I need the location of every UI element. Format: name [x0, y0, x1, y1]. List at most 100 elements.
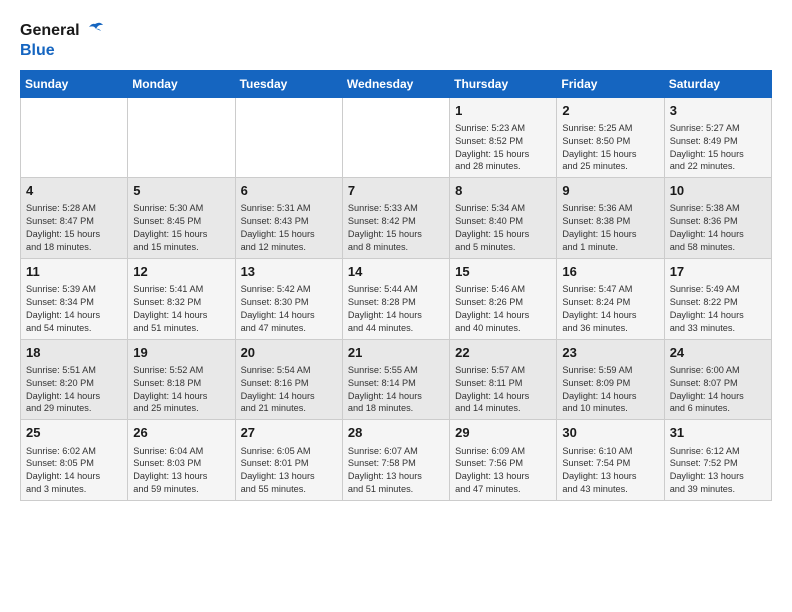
day-number: 17: [670, 263, 766, 281]
week-row-5: 25 Sunrise: 6:02 AM Sunset: 8:05 PM Dayli…: [21, 420, 772, 501]
cell-content: Sunrise: 5:55 AM Sunset: 8:14 PM Dayligh…: [348, 364, 444, 416]
day-number: 15: [455, 263, 551, 281]
cell-content: Sunrise: 5:36 AM Sunset: 8:38 PM Dayligh…: [562, 202, 658, 254]
calendar-cell: [235, 97, 342, 178]
calendar-cell: 16 Sunrise: 5:47 AM Sunset: 8:24 PM Dayli…: [557, 258, 664, 339]
calendar-cell: 28 Sunrise: 6:07 AM Sunset: 7:58 PM Dayli…: [342, 420, 449, 501]
calendar-cell: [21, 97, 128, 178]
calendar-cell: 21Sunrise: 5:55 AM Sunset: 8:14 PM Dayli…: [342, 339, 449, 420]
header-row: SundayMondayTuesdayWednesdayThursdayFrid…: [21, 70, 772, 97]
calendar-cell: 11 Sunrise: 5:39 AM Sunset: 8:34 PM Dayli…: [21, 258, 128, 339]
column-header-thursday: Thursday: [450, 70, 557, 97]
day-number: 4: [26, 182, 122, 200]
cell-content: Sunrise: 5:51 AM Sunset: 8:20 PM Dayligh…: [26, 364, 122, 416]
cell-content: Sunrise: 5:42 AM Sunset: 8:30 PM Dayligh…: [241, 283, 337, 335]
day-number: 14: [348, 263, 444, 281]
cell-content: Sunrise: 5:49 AM Sunset: 8:22 PM Dayligh…: [670, 283, 766, 335]
day-number: 20: [241, 344, 337, 362]
day-number: 27: [241, 424, 337, 442]
calendar-cell: 17 Sunrise: 5:49 AM Sunset: 8:22 PM Dayli…: [664, 258, 771, 339]
day-number: 22: [455, 344, 551, 362]
day-number: 7: [348, 182, 444, 200]
cell-content: Sunrise: 5:25 AM Sunset: 8:50 PM Dayligh…: [562, 122, 658, 174]
calendar-cell: 27 Sunrise: 6:05 AM Sunset: 8:01 PM Dayli…: [235, 420, 342, 501]
day-number: 3: [670, 102, 766, 120]
cell-content: Sunrise: 5:46 AM Sunset: 8:26 PM Dayligh…: [455, 283, 551, 335]
day-number: 25: [26, 424, 122, 442]
calendar-cell: [342, 97, 449, 178]
cell-content: Sunrise: 5:28 AM Sunset: 8:47 PM Dayligh…: [26, 202, 122, 254]
column-header-wednesday: Wednesday: [342, 70, 449, 97]
cell-content: Sunrise: 5:47 AM Sunset: 8:24 PM Dayligh…: [562, 283, 658, 335]
day-number: 18: [26, 344, 122, 362]
calendar-cell: 19 Sunrise: 5:52 AM Sunset: 8:18 PM Dayli…: [128, 339, 235, 420]
logo-bird-icon: [84, 20, 106, 42]
calendar-cell: 2Sunrise: 5:25 AM Sunset: 8:50 PM Daylig…: [557, 97, 664, 178]
cell-content: Sunrise: 5:23 AM Sunset: 8:52 PM Dayligh…: [455, 122, 551, 174]
calendar-cell: 8Sunrise: 5:34 AM Sunset: 8:40 PM Daylig…: [450, 178, 557, 259]
calendar-cell: [128, 97, 235, 178]
cell-content: Sunrise: 5:41 AM Sunset: 8:32 PM Dayligh…: [133, 283, 229, 335]
day-number: 8: [455, 182, 551, 200]
day-number: 30: [562, 424, 658, 442]
column-header-tuesday: Tuesday: [235, 70, 342, 97]
calendar-cell: 24 Sunrise: 6:00 AM Sunset: 8:07 PM Dayli…: [664, 339, 771, 420]
cell-content: Sunrise: 6:10 AM Sunset: 7:54 PM Dayligh…: [562, 445, 658, 497]
calendar-cell: 3 Sunrise: 5:27 AM Sunset: 8:49 PM Daylig…: [664, 97, 771, 178]
cell-content: Sunrise: 5:52 AM Sunset: 8:18 PM Dayligh…: [133, 364, 229, 416]
cell-content: Sunrise: 6:05 AM Sunset: 8:01 PM Dayligh…: [241, 445, 337, 497]
page-header: General Blue: [20, 20, 772, 60]
column-header-sunday: Sunday: [21, 70, 128, 97]
day-number: 19: [133, 344, 229, 362]
day-number: 29: [455, 424, 551, 442]
logo-general: General: [20, 22, 80, 40]
day-number: 5: [133, 182, 229, 200]
week-row-2: 4 Sunrise: 5:28 AM Sunset: 8:47 PM Daylig…: [21, 178, 772, 259]
cell-content: Sunrise: 5:54 AM Sunset: 8:16 PM Dayligh…: [241, 364, 337, 416]
cell-content: Sunrise: 5:38 AM Sunset: 8:36 PM Dayligh…: [670, 202, 766, 254]
calendar-cell: 25 Sunrise: 6:02 AM Sunset: 8:05 PM Dayli…: [21, 420, 128, 501]
week-row-4: 18 Sunrise: 5:51 AM Sunset: 8:20 PM Dayli…: [21, 339, 772, 420]
cell-content: Sunrise: 5:44 AM Sunset: 8:28 PM Dayligh…: [348, 283, 444, 335]
calendar-cell: 10Sunrise: 5:38 AM Sunset: 8:36 PM Dayli…: [664, 178, 771, 259]
day-number: 26: [133, 424, 229, 442]
calendar-cell: 23 Sunrise: 5:59 AM Sunset: 8:09 PM Dayli…: [557, 339, 664, 420]
day-number: 28: [348, 424, 444, 442]
day-number: 6: [241, 182, 337, 200]
cell-content: Sunrise: 6:07 AM Sunset: 7:58 PM Dayligh…: [348, 445, 444, 497]
calendar-cell: 9Sunrise: 5:36 AM Sunset: 8:38 PM Daylig…: [557, 178, 664, 259]
column-header-friday: Friday: [557, 70, 664, 97]
cell-content: Sunrise: 5:39 AM Sunset: 8:34 PM Dayligh…: [26, 283, 122, 335]
cell-content: Sunrise: 5:30 AM Sunset: 8:45 PM Dayligh…: [133, 202, 229, 254]
calendar-header: SundayMondayTuesdayWednesdayThursdayFrid…: [21, 70, 772, 97]
logo-container: General Blue: [20, 20, 106, 60]
cell-content: Sunrise: 5:31 AM Sunset: 8:43 PM Dayligh…: [241, 202, 337, 254]
cell-content: Sunrise: 5:33 AM Sunset: 8:42 PM Dayligh…: [348, 202, 444, 254]
cell-content: Sunrise: 5:27 AM Sunset: 8:49 PM Dayligh…: [670, 122, 766, 174]
calendar-cell: 30 Sunrise: 6:10 AM Sunset: 7:54 PM Dayli…: [557, 420, 664, 501]
calendar-cell: 13 Sunrise: 5:42 AM Sunset: 8:30 PM Dayli…: [235, 258, 342, 339]
calendar-cell: 22Sunrise: 5:57 AM Sunset: 8:11 PM Dayli…: [450, 339, 557, 420]
day-number: 11: [26, 263, 122, 281]
calendar-cell: 18 Sunrise: 5:51 AM Sunset: 8:20 PM Dayli…: [21, 339, 128, 420]
day-number: 24: [670, 344, 766, 362]
cell-content: Sunrise: 6:09 AM Sunset: 7:56 PM Dayligh…: [455, 445, 551, 497]
calendar-table: SundayMondayTuesdayWednesdayThursdayFrid…: [20, 70, 772, 501]
cell-content: Sunrise: 6:12 AM Sunset: 7:52 PM Dayligh…: [670, 445, 766, 497]
week-row-3: 11 Sunrise: 5:39 AM Sunset: 8:34 PM Dayli…: [21, 258, 772, 339]
calendar-cell: 5 Sunrise: 5:30 AM Sunset: 8:45 PM Daylig…: [128, 178, 235, 259]
day-number: 16: [562, 263, 658, 281]
logo-blue: Blue: [20, 42, 55, 60]
cell-content: Sunrise: 6:00 AM Sunset: 8:07 PM Dayligh…: [670, 364, 766, 416]
day-number: 13: [241, 263, 337, 281]
logo: General Blue: [20, 20, 106, 60]
calendar-cell: 26Sunrise: 6:04 AM Sunset: 8:03 PM Dayli…: [128, 420, 235, 501]
cell-content: Sunrise: 5:59 AM Sunset: 8:09 PM Dayligh…: [562, 364, 658, 416]
calendar-cell: 7 Sunrise: 5:33 AM Sunset: 8:42 PM Daylig…: [342, 178, 449, 259]
column-header-saturday: Saturday: [664, 70, 771, 97]
day-number: 12: [133, 263, 229, 281]
column-header-monday: Monday: [128, 70, 235, 97]
cell-content: Sunrise: 6:02 AM Sunset: 8:05 PM Dayligh…: [26, 445, 122, 497]
day-number: 1: [455, 102, 551, 120]
day-number: 23: [562, 344, 658, 362]
